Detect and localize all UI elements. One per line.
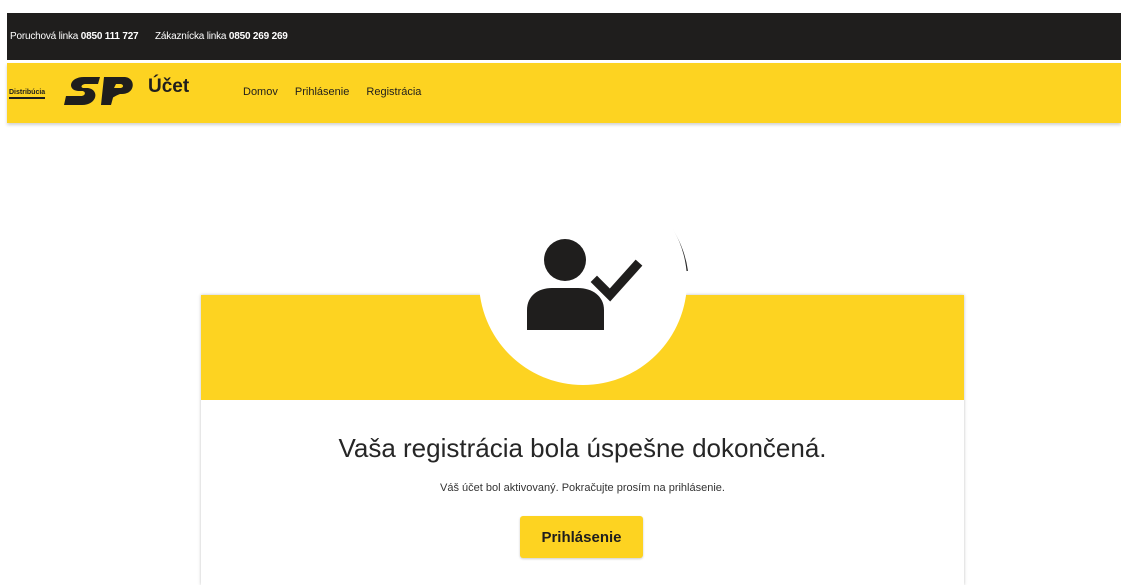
top-info-bar: Poruchová linka 0850 111 727 Zákaznícka … bbox=[7, 13, 1121, 60]
customer-line-label: Zákaznícka linka bbox=[155, 31, 227, 42]
nav-link-registration[interactable]: Registrácia bbox=[366, 86, 421, 98]
main-navbar: Distribúcia Účet Domov Prihlásenie Regis… bbox=[7, 63, 1121, 123]
login-button[interactable]: Prihlásenie bbox=[520, 516, 643, 558]
fault-line-label: Poruchová linka bbox=[10, 31, 79, 42]
account-label: Účet bbox=[148, 76, 190, 97]
customer-line-number[interactable]: 0850 269 269 bbox=[229, 31, 288, 42]
fault-line: Poruchová linka 0850 111 727 bbox=[10, 31, 139, 42]
nav-links: Domov Prihlásenie Registrácia bbox=[243, 86, 435, 98]
nav-link-home[interactable]: Domov bbox=[243, 86, 278, 98]
spp-logo-icon bbox=[64, 77, 133, 105]
logo-distribution-label: Distribúcia bbox=[9, 89, 46, 99]
success-title: Vaša registrácia bola úspešne dokončená. bbox=[338, 433, 827, 463]
success-message: Váš účet bol aktivovaný. Pokračujte pros… bbox=[440, 482, 725, 494]
user-check-icon bbox=[527, 239, 643, 330]
customer-line: Zákaznícka linka 0850 269 269 bbox=[155, 31, 288, 42]
fault-line-number[interactable]: 0850 111 727 bbox=[81, 31, 139, 42]
site-logo[interactable]: Distribúcia Účet bbox=[9, 74, 189, 108]
nav-link-login[interactable]: Prihlásenie bbox=[295, 86, 349, 98]
